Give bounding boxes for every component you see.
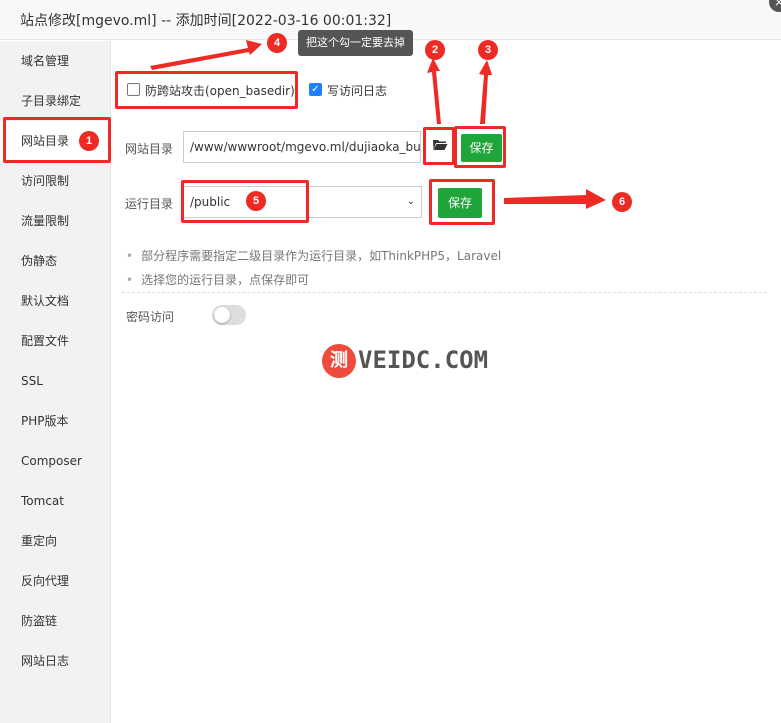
- annotation-box-run-dir: [181, 180, 309, 223]
- watermark-text: VEIDC.COM: [358, 346, 489, 374]
- sidebar-item-domain[interactable]: 域名管理: [0, 41, 111, 81]
- access-log-label[interactable]: 写访问日志: [327, 82, 387, 99]
- annotation-badge-6: 6: [612, 192, 632, 212]
- annotation-box-save-site: [454, 126, 506, 168]
- sidebar-item-hotlink[interactable]: 防盗链: [0, 601, 111, 641]
- sidebar-item-php-version[interactable]: PHP版本: [0, 401, 111, 441]
- annotation-badge-3: 3: [478, 40, 498, 60]
- sidebar-item-subdir-binding[interactable]: 子目录绑定: [0, 81, 111, 121]
- annotation-box-anti-xss: [115, 71, 298, 109]
- password-access-toggle[interactable]: [212, 305, 246, 325]
- sidebar-item-config-file[interactable]: 配置文件: [0, 321, 111, 361]
- annotation-box-save-run: [429, 179, 495, 225]
- sidebar-item-redirect[interactable]: 重定向: [0, 521, 111, 561]
- check-icon: ✓: [311, 84, 320, 95]
- window-title: 站点修改[mgevo.ml] -- 添加时间[2022-03-16 00:01:…: [20, 13, 392, 29]
- password-access-label: 密码访问: [126, 310, 175, 324]
- sidebar-item-reverse-proxy[interactable]: 反向代理: [0, 561, 111, 601]
- tip-item: 选择您的运行目录，点保存即可: [126, 271, 309, 288]
- annotation-box-folder: [423, 127, 455, 165]
- access-log-checkbox[interactable]: ✓: [309, 83, 322, 96]
- sidebar-item-default-doc[interactable]: 默认文档: [0, 281, 111, 321]
- site-dir-input[interactable]: /www/wwwroot/mgevo.ml/dujiaoka_bui: [183, 131, 421, 163]
- divider: [122, 292, 767, 293]
- annotation-tooltip: 把这个勾一定要去掉: [298, 30, 413, 56]
- sidebar-item-traffic-limit[interactable]: 流量限制: [0, 201, 111, 241]
- run-dir-label: 运行目录: [125, 197, 174, 211]
- sidebar-item-ssl[interactable]: SSL: [0, 361, 111, 401]
- sidebar-item-access-limit[interactable]: 访问限制: [0, 161, 111, 201]
- sidebar-item-rewrite[interactable]: 伪静态: [0, 241, 111, 281]
- sidebar-item-site-log[interactable]: 网站日志: [0, 641, 111, 681]
- site-dir-label: 网站目录: [125, 142, 174, 156]
- annotation-badge-4: 4: [267, 33, 287, 53]
- annotation-badge-1: 1: [79, 131, 99, 151]
- tip-item: 部分程序需要指定二级目录作为运行目录，如ThinkPHP5，Laravel: [126, 247, 501, 264]
- annotation-badge-2: 2: [425, 40, 445, 60]
- watermark-icon: 测: [322, 344, 356, 378]
- annotation-badge-5: 5: [246, 191, 266, 211]
- toggle-knob: [214, 307, 230, 323]
- sidebar-item-composer[interactable]: Composer: [0, 441, 111, 481]
- chevron-down-icon: ⌄: [406, 196, 415, 207]
- sidebar-item-tomcat[interactable]: Tomcat: [0, 481, 111, 521]
